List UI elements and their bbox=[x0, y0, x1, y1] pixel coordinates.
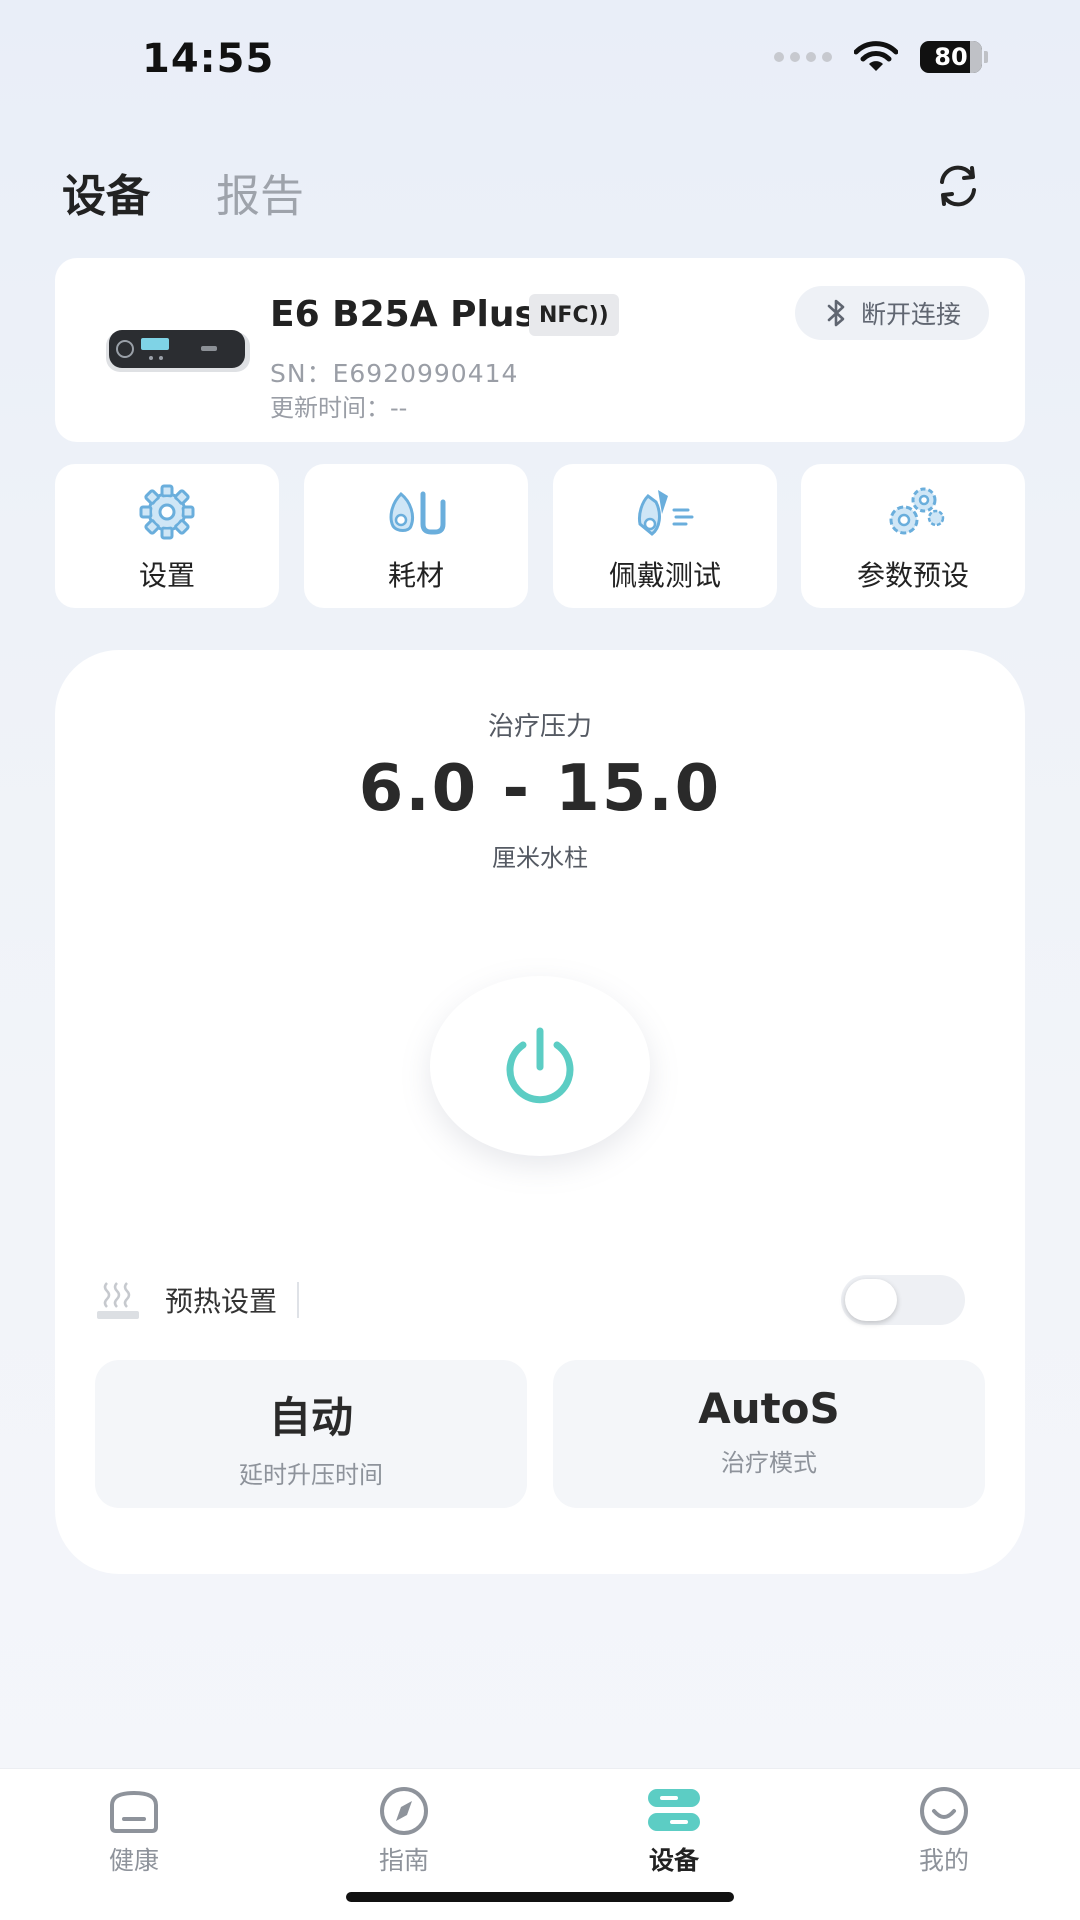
therapy-mode-tile[interactable]: AutoS 治疗模式 bbox=[553, 1360, 985, 1508]
compass-icon bbox=[380, 1787, 428, 1835]
heat-icon bbox=[97, 1282, 139, 1319]
nfc-badge: NFC)) bbox=[529, 294, 619, 336]
tab-device[interactable]: 设备 bbox=[62, 160, 150, 224]
home-indicator[interactable] bbox=[346, 1892, 734, 1902]
battery-level: 80 bbox=[934, 43, 968, 71]
nav-item-health[interactable]: 健康 bbox=[64, 1783, 204, 1877]
quick-action-label: 耗材 bbox=[387, 559, 444, 592]
disconnect-button[interactable]: 断开连接 bbox=[794, 286, 989, 340]
device-serial-number: SN：E6920990414 bbox=[270, 359, 519, 388]
battery-icon: 80 bbox=[920, 41, 988, 73]
nav-label: 健康 bbox=[108, 1846, 159, 1875]
pressure-unit: 厘米水柱 bbox=[492, 844, 588, 872]
gears-icon bbox=[889, 487, 945, 535]
power-icon bbox=[506, 1027, 574, 1104]
quick-action-consumables[interactable]: 耗材 bbox=[304, 464, 528, 608]
smile-icon bbox=[920, 1787, 968, 1835]
quick-action-settings[interactable]: 设置 bbox=[55, 464, 279, 608]
nav-item-guide[interactable]: 指南 bbox=[334, 1783, 474, 1877]
device-card[interactable]: E6 B25A Plus NFC)) SN：E6920990414 更新时间：-… bbox=[55, 258, 1025, 442]
bluetooth-icon bbox=[827, 299, 845, 327]
toggle-knob bbox=[845, 1279, 897, 1321]
delay-ramp-value: 自动 bbox=[268, 1393, 353, 1442]
quick-action-parameter-presets[interactable]: 参数预设 bbox=[801, 464, 1025, 608]
quick-action-label: 佩戴测试 bbox=[608, 559, 721, 592]
quick-action-label: 参数预设 bbox=[856, 559, 969, 592]
device-name: E6 B25A Plus bbox=[270, 294, 536, 335]
therapy-mode-value: AutoS bbox=[698, 1384, 840, 1433]
disconnect-label: 断开连接 bbox=[860, 300, 961, 329]
quick-action-label: 设置 bbox=[138, 559, 195, 592]
delay-ramp-tile[interactable]: 自动 延时升压时间 bbox=[95, 1360, 527, 1508]
nav-label: 指南 bbox=[378, 1846, 429, 1875]
delay-ramp-label: 延时升压时间 bbox=[239, 1461, 383, 1489]
pressure-value: 6.0 - 15.0 bbox=[358, 752, 722, 826]
device-icon bbox=[648, 1789, 700, 1831]
nav-label: 我的 bbox=[918, 1846, 969, 1875]
device-updated-time: 更新时间：-- bbox=[270, 394, 408, 422]
device-image bbox=[106, 330, 250, 372]
status-time: 14:55 bbox=[142, 36, 275, 82]
preheat-label: 预热设置 bbox=[165, 1285, 278, 1318]
preheat-toggle[interactable] bbox=[841, 1275, 965, 1325]
health-icon bbox=[110, 1790, 158, 1833]
status-indicators: 80 bbox=[774, 40, 988, 74]
refresh-icon[interactable] bbox=[932, 160, 984, 212]
divider bbox=[297, 1282, 300, 1318]
gear-icon bbox=[139, 484, 195, 540]
nav-item-device[interactable]: 设备 bbox=[604, 1783, 744, 1877]
tab-report[interactable]: 报告 bbox=[216, 160, 304, 224]
wifi-icon bbox=[854, 41, 898, 71]
quick-action-mask-fit-test[interactable]: 佩戴测试 bbox=[553, 464, 777, 608]
therapy-panel: 治疗压力 6.0 - 15.0 厘米水柱 预热设置 自动 延时升压时间 Auto… bbox=[55, 650, 1025, 1574]
preheat-setting-row: 预热设置 bbox=[95, 1270, 965, 1330]
power-button[interactable] bbox=[430, 976, 650, 1156]
nav-label: 设备 bbox=[648, 1846, 699, 1875]
therapy-mode-label: 治疗模式 bbox=[721, 1449, 817, 1477]
nav-item-mine[interactable]: 我的 bbox=[874, 1783, 1014, 1877]
mask-test-icon bbox=[638, 490, 694, 536]
cellular-signal-icon bbox=[774, 52, 832, 62]
pressure-label: 治疗压力 bbox=[487, 712, 592, 742]
mask-tube-icon bbox=[389, 491, 446, 535]
